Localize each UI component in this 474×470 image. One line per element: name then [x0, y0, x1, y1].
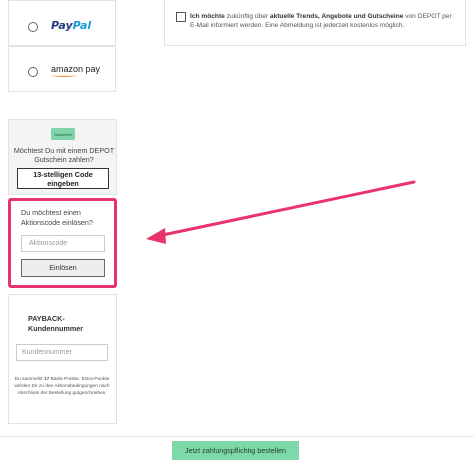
place-order-button[interactable]: Jetzt zahlungspflichtig bestellen	[172, 441, 299, 460]
arrow-head	[146, 228, 166, 244]
annotation-arrow-icon	[146, 180, 416, 244]
arrow-shaft	[156, 180, 416, 238]
bottom-divider	[0, 436, 474, 437]
